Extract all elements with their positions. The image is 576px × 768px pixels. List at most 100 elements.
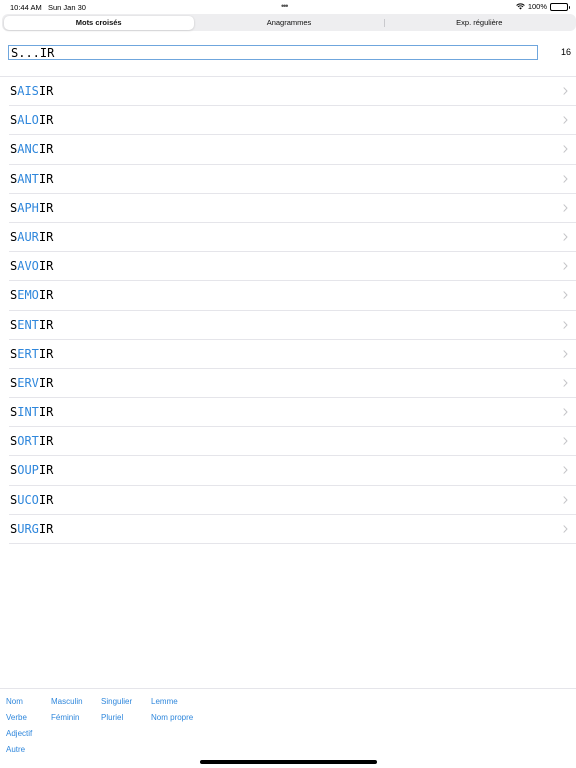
status-time: 10:44 AM Sun Jan 30	[10, 3, 86, 12]
chevron-right-icon	[563, 495, 568, 504]
mode-segmented-control: Mots croisés Anagrammes Exp. régulière	[2, 14, 576, 31]
home-indicator[interactable]	[200, 760, 377, 764]
word-matched-letters: URG	[17, 521, 39, 536]
chevron-right-icon	[563, 116, 568, 124]
word-matched-letters: EMO	[17, 288, 39, 303]
results-list: SAISIR SALOIR SANCIR SANTIR SAPHIR SAURIR SAVO…	[0, 76, 576, 544]
list-item[interactable]: SURGIR	[9, 515, 576, 544]
word-fixed-suffix: IR	[38, 200, 54, 215]
result-word: SOUPIR	[10, 463, 53, 477]
word-matched-letters: ANT	[17, 171, 39, 186]
word-matched-letters: ORT	[17, 434, 39, 449]
result-word: SAVOIR	[10, 259, 53, 273]
result-word: SORTIR	[10, 434, 53, 448]
filter-adjectif[interactable]: Adjectif	[6, 729, 32, 738]
list-item[interactable]: SANTIR	[9, 165, 576, 194]
list-item[interactable]: SENTIR	[9, 311, 576, 340]
word-fixed-suffix: IR	[38, 84, 54, 98]
filter-autre[interactable]: Autre	[6, 745, 25, 754]
chevron-right-icon	[563, 204, 568, 212]
chevron-right-icon	[563, 437, 568, 445]
list-item[interactable]: SEMOIR	[9, 281, 576, 311]
word-matched-letters: AIS	[17, 84, 39, 98]
wifi-icon	[516, 3, 525, 10]
result-word: SENTIR	[10, 318, 53, 332]
pattern-input[interactable]	[8, 45, 538, 60]
chevron-right-icon	[563, 87, 568, 95]
tab-exp-reguliere[interactable]: Exp. régulière	[384, 16, 574, 30]
status-bar: 10:44 AM Sun Jan 30 ••• 100%	[0, 0, 576, 14]
word-matched-letters: ERT	[17, 346, 39, 361]
result-count: 16	[560, 47, 571, 57]
list-item[interactable]: SAPHIR	[9, 194, 576, 223]
chevron-right-icon	[563, 233, 568, 241]
multitasking-dots[interactable]: •••	[281, 1, 289, 11]
tab-anagrammes[interactable]: Anagrammes	[194, 16, 384, 30]
filter-pluriel[interactable]: Pluriel	[101, 713, 123, 722]
word-matched-letters: ANC	[17, 142, 39, 157]
result-word: SERTIR	[10, 347, 53, 361]
word-fixed-suffix: IR	[38, 375, 54, 390]
word-fixed-suffix: IR	[38, 317, 54, 332]
filter-singulier[interactable]: Singulier	[101, 697, 132, 706]
filter-lemme[interactable]: Lemme	[151, 697, 178, 706]
word-fixed-suffix: IR	[38, 113, 54, 128]
list-item[interactable]: SOUPIR	[9, 456, 576, 486]
list-item[interactable]: SUCOIR	[9, 486, 576, 515]
result-word: SERVIR	[10, 376, 53, 390]
filter-nom[interactable]: Nom	[6, 697, 23, 706]
result-word: SAPHIR	[10, 201, 53, 215]
date-text: Sun Jan 30	[47, 3, 86, 12]
word-matched-letters: ALO	[17, 113, 39, 128]
word-fixed-suffix: IR	[38, 405, 54, 420]
chevron-right-icon	[563, 349, 568, 358]
chevron-right-icon	[563, 262, 568, 270]
chevron-right-icon	[563, 379, 568, 387]
result-word: SURGIR	[10, 522, 53, 536]
result-word: SAISIR	[10, 84, 53, 98]
word-fixed-suffix: IR	[38, 259, 54, 274]
word-fixed-suffix: IR	[38, 288, 54, 303]
result-word: SANCIR	[10, 142, 53, 156]
list-item[interactable]: SANCIR	[9, 135, 576, 165]
list-item[interactable]: SINTIR	[9, 398, 576, 428]
time-text: 10:44 AM	[10, 3, 42, 12]
word-matched-letters: ENT	[17, 317, 39, 332]
tab-mots-croises[interactable]: Mots croisés	[3, 15, 194, 30]
list-item[interactable]: SERTIR	[9, 340, 576, 369]
word-fixed-suffix: IR	[38, 229, 54, 244]
list-item[interactable]: SAURIR	[9, 223, 576, 253]
battery-percent: 100%	[527, 2, 547, 11]
filter-verbe[interactable]: Verbe	[6, 713, 27, 722]
word-fixed-suffix: IR	[38, 171, 54, 186]
list-item[interactable]: SAVOIR	[9, 252, 576, 282]
word-matched-letters: UCO	[17, 492, 39, 507]
filter-feminin[interactable]: Féminin	[51, 713, 79, 722]
word-matched-letters: ERV	[17, 375, 39, 390]
word-fixed-suffix: IR	[38, 492, 54, 507]
word-matched-letters: INT	[17, 405, 39, 420]
result-word: SINTIR	[10, 405, 53, 419]
list-item[interactable]: SAISIR	[9, 77, 576, 107]
filter-nom-propre[interactable]: Nom propre	[151, 713, 193, 722]
word-fixed-suffix: IR	[38, 142, 54, 157]
chevron-right-icon	[563, 291, 568, 300]
word-matched-letters: OUP	[17, 463, 39, 478]
filter-masculin[interactable]: Masculin	[51, 697, 83, 706]
status-indicators: 100%	[516, 2, 570, 11]
filter-panel: Nom Verbe Adjectif Autre Masculin Fémini…	[0, 688, 576, 768]
result-word: SAURIR	[10, 230, 53, 244]
word-matched-letters: APH	[17, 200, 39, 215]
word-fixed-suffix: IR	[38, 463, 54, 478]
battery-icon	[550, 2, 570, 11]
result-word: SANTIR	[10, 172, 53, 186]
word-matched-letters: AVO	[17, 259, 39, 274]
chevron-right-icon	[563, 145, 568, 154]
chevron-right-icon	[563, 408, 568, 416]
list-item[interactable]: SERVIR	[9, 369, 576, 399]
result-word: SUCOIR	[10, 493, 53, 507]
list-item[interactable]: SALOIR	[9, 106, 576, 136]
chevron-right-icon	[563, 174, 568, 183]
list-item[interactable]: SORTIR	[9, 427, 576, 457]
result-word: SEMOIR	[10, 288, 53, 302]
